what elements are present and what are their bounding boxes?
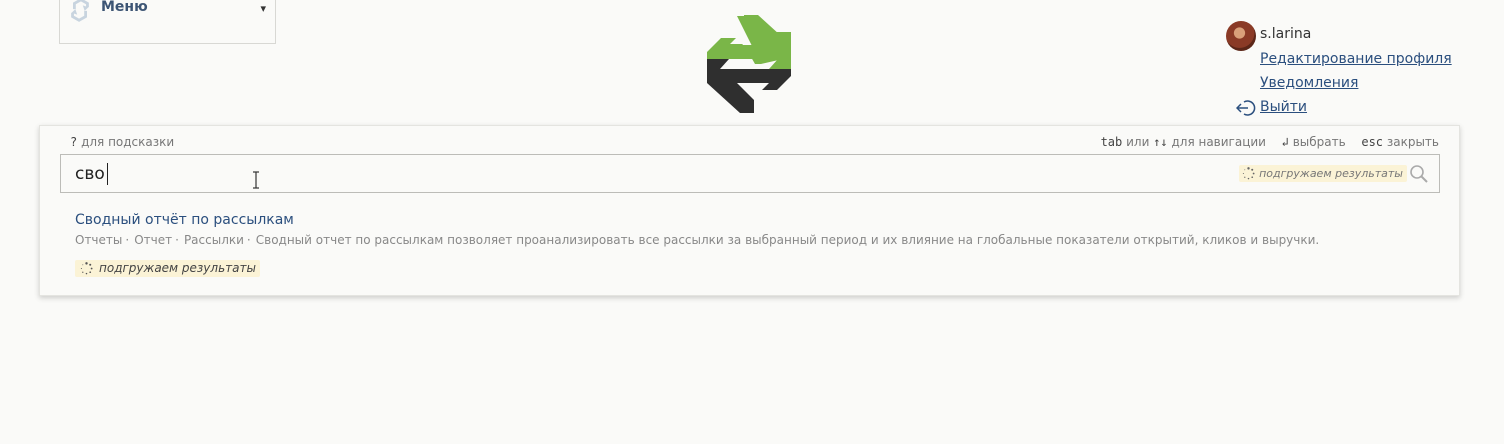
app-logo [707,15,791,113]
result-meta: Отчеты · Отчет · Рассылки · Сводный отчет по р… [75,233,1445,247]
result-description: Сводный отчет по рассылкам позволяет про… [255,233,1320,247]
hint-help-key: ? [70,135,78,149]
result-tag: Отчеты [75,233,123,247]
search-panel: ? для подсказки tab или ↑↓ для навигации… [39,125,1460,296]
text-cursor-icon [253,171,259,189]
logout-icon [1236,100,1256,116]
spinner-icon [80,262,93,275]
hint-or-text: или [1126,135,1150,149]
hint-navigation: tab или ↑↓ для навигации ↲ выбрать esc з… [1101,135,1439,149]
tag-separator: · [125,233,130,247]
search-box[interactable]: подгружаем результаты [60,154,1440,193]
username: s.larina [1260,26,1312,42]
tag-separator: · [175,233,179,247]
hint-esc-key: esc [1361,135,1384,149]
user-panel: s.larina Редактирование профиля Уведомле… [1226,20,1496,120]
app-logo-small-icon [71,0,89,22]
loading-indicator-inline: подгружаем результаты [1239,165,1407,182]
hint-select-text: выбрать [1292,135,1346,149]
text-caret [107,163,108,185]
result-tag: Рассылки [183,233,244,247]
hint-help: ? для подсказки [70,135,174,149]
hint-close-text: закрыть [1386,135,1439,149]
spinner-icon [1242,167,1255,180]
avatar[interactable] [1226,21,1256,51]
hint-tab-key: tab [1100,135,1123,149]
menu-dropdown[interactable]: Меню ▾ [59,0,276,44]
search-result[interactable]: Сводный отчёт по рассылкам Отчеты · Отчет ·… [75,212,1445,247]
hint-enter-key: ↲ [1281,135,1289,149]
logout-link[interactable]: Выйти [1260,99,1307,115]
hint-arrows-key: ↑↓ [1153,135,1168,149]
loading-indicator-results: подгружаем результаты [75,260,260,277]
hint-nav-text: для навигации [1171,135,1266,149]
notifications-link[interactable]: Уведомления [1260,75,1358,91]
chevron-down-icon: ▾ [260,2,266,15]
hint-help-text: для подсказки [81,135,175,149]
search-icon[interactable] [1409,164,1429,184]
loading-results-text: подгружаем результаты [99,261,256,275]
loading-inline-text: подгружаем результаты [1259,167,1403,180]
edit-profile-link[interactable]: Редактирование профиля [1260,51,1452,67]
result-tag: Отчет [134,233,173,247]
result-title[interactable]: Сводный отчёт по рассылкам [75,212,1445,228]
search-input[interactable] [75,163,1175,185]
tag-separator: · [246,233,251,247]
menu-label: Меню [101,0,148,15]
